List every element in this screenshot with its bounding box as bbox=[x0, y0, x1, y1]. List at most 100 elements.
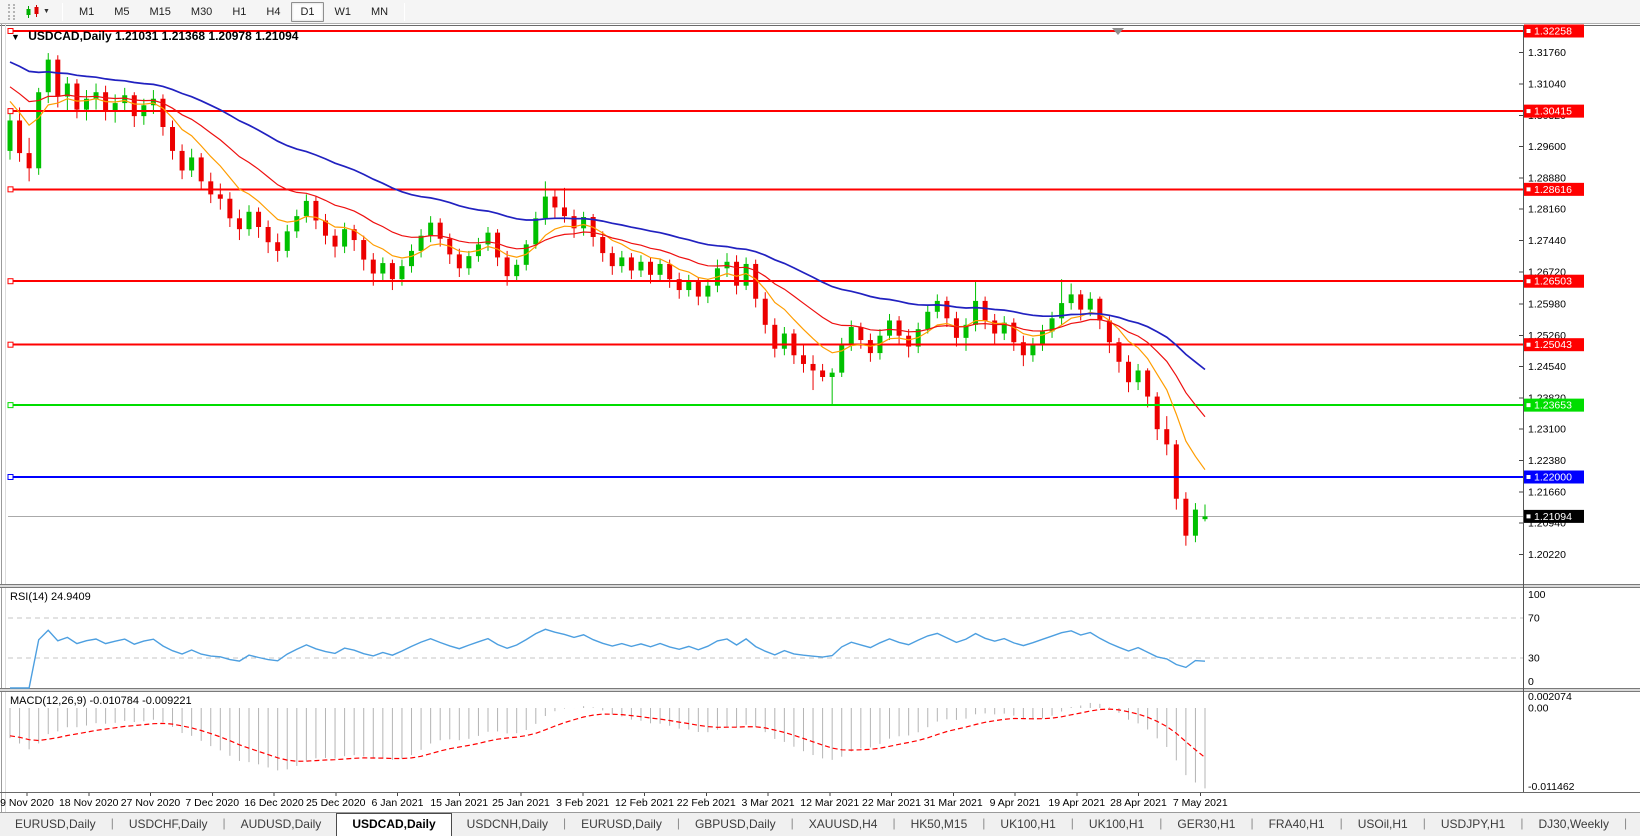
price-tick-label: 1.31040 bbox=[1528, 78, 1566, 90]
macd-axis-label: 0.002074 bbox=[1528, 691, 1572, 703]
date-tick-label: 9 Nov 2020 bbox=[0, 797, 54, 809]
price-tick-label: 1.22380 bbox=[1528, 455, 1566, 467]
date-tick-label: 22 Mar 2021 bbox=[862, 797, 921, 809]
date-tick-label: 7 May 2021 bbox=[1173, 797, 1228, 809]
price-tag-handle bbox=[1526, 29, 1531, 33]
rsi-value: 24.9409 bbox=[50, 591, 91, 603]
price-tag-handle bbox=[1526, 475, 1531, 479]
date-tick-label: 3 Feb 2021 bbox=[556, 797, 609, 809]
chart-symbol-label: USDCAD,Daily bbox=[28, 29, 112, 43]
macd-values: -0.010784 -0.009221 bbox=[89, 695, 192, 707]
chart-tab-uk100-h1[interactable]: UK100,H1 bbox=[985, 813, 1070, 836]
rsi-indicator-label: RSI(14) 24.9409 bbox=[10, 591, 91, 603]
date-tick-label: 12 Mar 2021 bbox=[800, 797, 859, 809]
line-handle[interactable] bbox=[7, 341, 14, 348]
mt4-window: ▼ M1M5M15M30H1H4D1W1MN 1.31760 1.31040 1.3… bbox=[0, 0, 1640, 836]
chart-tab-ger30-h1[interactable]: GER30,H1 bbox=[1162, 813, 1250, 836]
timeframe-button-m30[interactable]: M30 bbox=[182, 2, 221, 22]
timeframe-button-m15[interactable]: M15 bbox=[141, 2, 180, 22]
price-tag-label: 1.22000 bbox=[1534, 472, 1572, 484]
line-handle[interactable] bbox=[7, 278, 14, 285]
toolbar-grip[interactable] bbox=[8, 3, 15, 20]
date-tick-label: 28 Apr 2021 bbox=[1110, 797, 1167, 809]
date-tick-label: 18 Nov 2020 bbox=[59, 797, 119, 809]
date-tick-label: 25 Dec 2020 bbox=[306, 797, 366, 809]
chart-tab-uk100-h1[interactable]: UK100,H1 bbox=[1074, 813, 1159, 836]
timeframe-button-m1[interactable]: M1 bbox=[70, 2, 103, 22]
chart-tab-eurusd-daily[interactable]: EURUSD,Daily bbox=[566, 813, 677, 836]
date-tick-label: 9 Apr 2021 bbox=[990, 797, 1041, 809]
date-tick-label: 27 Nov 2020 bbox=[121, 797, 181, 809]
date-tick-label: 22 Feb 2021 bbox=[677, 797, 736, 809]
date-tick-label: 16 Dec 2020 bbox=[244, 797, 304, 809]
chart-tab-usdjpy-h1[interactable]: USDJPY,H1 bbox=[1426, 813, 1520, 836]
timeframe-button-h1[interactable]: H1 bbox=[223, 2, 255, 22]
price-tag-label: 1.30415 bbox=[1534, 106, 1572, 118]
timeframe-button-h4[interactable]: H4 bbox=[257, 2, 289, 22]
chart-tab-hk50-m15[interactable]: HK50,M15 bbox=[896, 813, 983, 836]
chart-tab-usdchf-daily[interactable]: USDCHF,Daily bbox=[114, 813, 223, 836]
macd-axis-label: 0.00 bbox=[1528, 703, 1549, 715]
line-handle[interactable] bbox=[7, 186, 14, 193]
macd-indicator-label: MACD(12,26,9) -0.010784 -0.009221 bbox=[10, 695, 192, 707]
price-tick-label: 1.31760 bbox=[1528, 47, 1566, 59]
candlestick-chart-icon bbox=[26, 4, 39, 18]
line-handle[interactable] bbox=[7, 474, 14, 480]
price-tick-label: 1.28160 bbox=[1528, 204, 1566, 216]
date-tick-label: 25 Jan 2021 bbox=[492, 797, 550, 809]
chart-tab-usdcnh-daily[interactable]: USDCNH,Daily bbox=[452, 813, 563, 836]
rsi-axis-label: 100 bbox=[1528, 589, 1546, 601]
price-tick-label: 1.29600 bbox=[1528, 141, 1566, 153]
date-tick-label: 19 Apr 2021 bbox=[1048, 797, 1105, 809]
price-tick-label: 1.28880 bbox=[1528, 172, 1566, 184]
price-tick-label: 1.23100 bbox=[1528, 424, 1566, 436]
timeframe-button-m5[interactable]: M5 bbox=[105, 2, 138, 22]
chart-title: ▼ USDCAD,Daily 1.21031 1.21368 1.20978 1… bbox=[11, 29, 298, 43]
price-tag-handle bbox=[1526, 187, 1531, 192]
chart-area[interactable]: 1.317601.310401.303201.296001.288801.281… bbox=[0, 0, 1640, 812]
price-tag-label: 1.28616 bbox=[1534, 184, 1572, 196]
toolbar: ▼ M1 M5 M15 M30 H1 H4 D1 W1 MN bbox=[0, 0, 1640, 24]
toolbar-separator bbox=[61, 2, 63, 21]
price-tag-handle bbox=[1526, 403, 1531, 408]
timeframe-button-mn[interactable]: MN bbox=[362, 2, 397, 22]
date-tick-label: 15 Jan 2021 bbox=[430, 797, 488, 809]
chart-tab-dj30-weekly[interactable]: DJ30,Weekly bbox=[1523, 813, 1623, 836]
line-handle[interactable] bbox=[7, 402, 14, 409]
price-tick-label: 1.25980 bbox=[1528, 298, 1566, 310]
date-tick-label: 6 Jan 2021 bbox=[372, 797, 424, 809]
price-tick-label: 1.27440 bbox=[1528, 235, 1566, 247]
price-tag-label: 1.26503 bbox=[1534, 276, 1572, 288]
price-tick-label: 1.24540 bbox=[1528, 361, 1566, 373]
chart-tab-xauusd-h4[interactable]: XAUUSD,H4 bbox=[794, 813, 893, 836]
timeframe-button-d1[interactable]: D1 bbox=[291, 1, 324, 22]
chart-tab-usoil-h1[interactable]: USOil,H1 bbox=[1343, 813, 1423, 836]
price-tag-label: 1.25043 bbox=[1534, 339, 1572, 351]
price-tag-handle bbox=[1526, 514, 1531, 519]
chart-tab-audusd-daily[interactable]: AUDUSD,Daily bbox=[226, 813, 337, 836]
chart-tab-fra40-h1[interactable]: FRA40,H1 bbox=[1254, 813, 1340, 836]
chart-tab-usdcad-daily[interactable]: USDCAD,Daily bbox=[336, 813, 452, 836]
chart-tab-gbpusd-daily[interactable]: GBPUSD,Daily bbox=[680, 813, 791, 836]
quick-trade-toggle-icon[interactable]: ▼ bbox=[11, 32, 20, 42]
chevron-down-icon: ▼ bbox=[43, 8, 50, 15]
price-tick-label: 1.21660 bbox=[1528, 486, 1566, 498]
price-tick-label: 1.20220 bbox=[1528, 549, 1566, 561]
price-tag-label: 1.32258 bbox=[1534, 26, 1572, 38]
toolbar-separator bbox=[404, 2, 406, 21]
rsi-axis-label: 0 bbox=[1528, 676, 1534, 688]
date-tick-label: 31 Mar 2021 bbox=[924, 797, 983, 809]
rsi-axis-label: 70 bbox=[1528, 613, 1540, 625]
chart-type-button[interactable]: ▼ bbox=[21, 3, 54, 21]
timeframe-button-w1[interactable]: W1 bbox=[326, 2, 361, 22]
date-tick-label: 3 Mar 2021 bbox=[741, 797, 794, 809]
price-tag-label: 1.21094 bbox=[1534, 511, 1572, 523]
chart-tab-bar: EURUSD,Daily | USDCHF,Daily | AUDUSD,Daily US… bbox=[0, 812, 1640, 836]
price-tag-handle bbox=[1526, 109, 1531, 114]
price-tag-label: 1.23653 bbox=[1534, 400, 1572, 412]
date-tick-label: 12 Feb 2021 bbox=[615, 797, 674, 809]
price-tag-handle bbox=[1526, 279, 1531, 284]
line-handle[interactable] bbox=[7, 108, 14, 115]
chart-tab-china300-h1[interactable]: CHINA300,H1 bbox=[1627, 813, 1640, 836]
chart-tab-eurusd-daily[interactable]: EURUSD,Daily bbox=[0, 813, 111, 836]
